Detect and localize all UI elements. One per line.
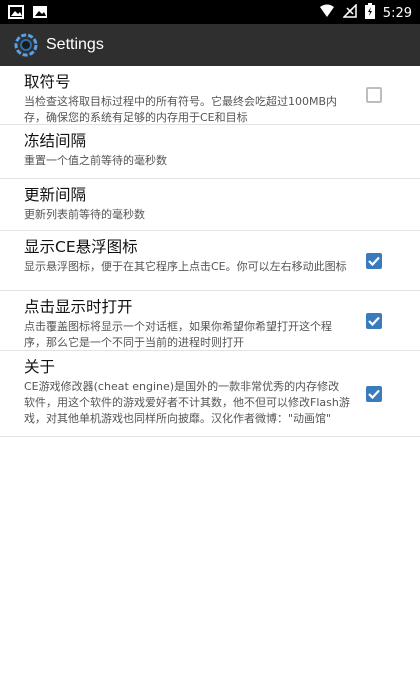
setting-open-on-click[interactable]: 点击显示时打开 点击覆盖图标将显示一个对话框，如果你希望你希望打开这个程序，那么… — [0, 291, 420, 351]
setting-title: 取符号 — [24, 73, 71, 91]
clock: 5:29 — [382, 5, 412, 21]
open-on-click-checkbox[interactable] — [366, 312, 382, 329]
setting-description: 显示悬浮图标，便于在其它程序上点击CE。你可以左右移动此图标 — [24, 260, 347, 273]
cheat-engine-logo-icon[interactable] — [14, 33, 38, 57]
checkmark-icon — [368, 256, 380, 266]
setting-symbols[interactable]: 取符号 当检查这将取目标过程中的所有符号。它最终会吃超过100MB内存，确保您的… — [0, 66, 420, 125]
setting-title: 显示CE悬浮图标 — [24, 238, 138, 256]
setting-floating-icon[interactable]: 显示CE悬浮图标 显示悬浮图标，便于在其它程序上点击CE。你可以左右移动此图标 — [0, 231, 420, 291]
wifi-icon — [319, 4, 335, 22]
battery-icon — [364, 3, 375, 23]
about-checkbox[interactable] — [366, 385, 382, 402]
setting-description: CE游戏修改器(cheat engine)是国外的一款非常优秀的内存修改软件，用… — [24, 380, 350, 425]
setting-title: 关于 — [24, 358, 56, 376]
signal-icon — [341, 3, 357, 22]
setting-freeze-interval[interactable]: 冻结间隔 重置一个值之前等待的毫秒数 — [0, 125, 420, 179]
image-icon — [8, 4, 24, 23]
checkmark-icon — [368, 389, 380, 399]
setting-description: 当检查这将取目标过程中的所有符号。它最终会吃超过100MB内存，确保您的系统有足… — [24, 95, 338, 124]
setting-description: 点击覆盖图标将显示一个对话框，如果你希望你希望打开这个程序，那么它是一个不同于当… — [24, 320, 332, 349]
setting-update-interval[interactable]: 更新间隔 更新列表前等待的毫秒数 — [0, 179, 420, 231]
checkmark-icon — [368, 316, 380, 326]
gallery-icon — [32, 4, 48, 23]
floating-icon-checkbox[interactable] — [366, 252, 382, 269]
setting-title: 冻结间隔 — [24, 132, 87, 150]
setting-about[interactable]: 关于 CE游戏修改器(cheat engine)是国外的一款非常优秀的内存修改软… — [0, 351, 420, 437]
setting-title: 点击显示时打开 — [24, 298, 133, 316]
page-title: Settings — [46, 36, 104, 53]
settings-list: 取符号 当检查这将取目标过程中的所有符号。它最终会吃超过100MB内存，确保您的… — [0, 66, 420, 437]
setting-description: 重置一个值之前等待的毫秒数 — [24, 154, 167, 167]
symbols-checkbox[interactable] — [366, 87, 382, 103]
app-bar: Settings — [0, 24, 420, 66]
status-bar: 5:29 — [0, 0, 420, 24]
setting-description: 更新列表前等待的毫秒数 — [24, 208, 145, 221]
setting-title: 更新间隔 — [24, 186, 87, 204]
